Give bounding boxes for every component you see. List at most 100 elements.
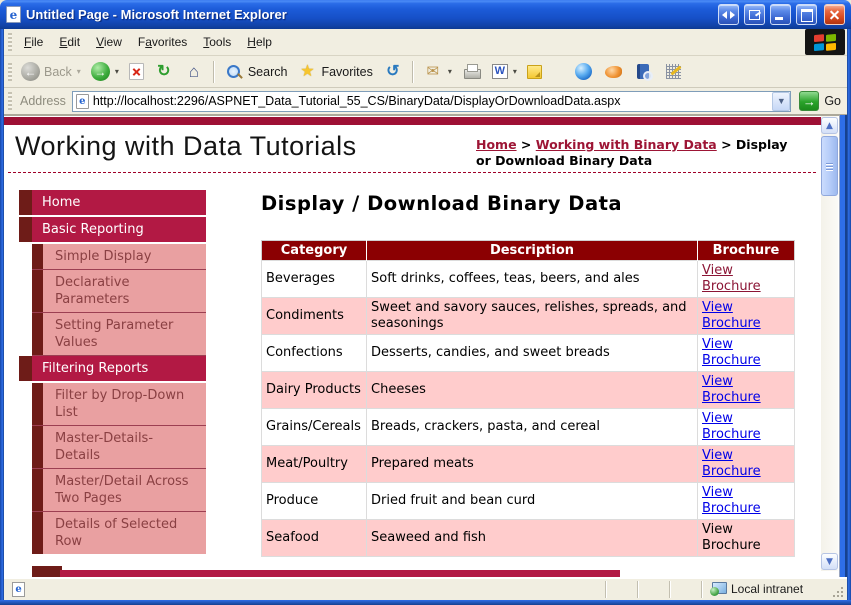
- resize-grip[interactable]: [831, 578, 847, 601]
- description-cell: Desserts, candies, and sweet breads: [366, 334, 698, 372]
- browser-window: Untitled Page - Microsoft Internet Explo…: [0, 0, 851, 605]
- menu-item-edit[interactable]: Edit: [51, 31, 88, 53]
- sidebar-item-master-details-details[interactable]: Master-Details-Details: [32, 426, 206, 469]
- site-title: Working with Data Tutorials: [15, 131, 357, 161]
- nav-arrows-button[interactable]: [718, 4, 739, 25]
- sidebar-item-label: Master/Detail Across Two Pages: [43, 469, 206, 511]
- messenger-button[interactable]: [569, 59, 599, 85]
- page-title: Display / Download Binary Data: [261, 192, 623, 215]
- go-label[interactable]: Go: [824, 94, 841, 108]
- sidebar-item-declarative-parameters[interactable]: Declarative Parameters: [32, 270, 206, 313]
- breadcrumb-link-home[interactable]: Home: [476, 137, 517, 152]
- address-input[interactable]: http://localhost:2296/ASPNET_Data_Tutori…: [71, 90, 792, 112]
- address-url[interactable]: http://localhost:2296/ASPNET_Data_Tutori…: [93, 94, 772, 108]
- scroll-down-button[interactable]: ▼: [821, 553, 838, 570]
- mail-icon: ✉: [426, 63, 440, 80]
- view-brochure-link[interactable]: View Brochure: [702, 448, 761, 479]
- toolbar-grip[interactable]: [8, 33, 12, 51]
- address-bar: Address http://localhost:2296/ASPNET_Dat…: [4, 88, 847, 115]
- sidebar-item-label: Setting Parameter Values: [43, 313, 206, 355]
- sidebar-item-label: Filtering Reports: [32, 356, 206, 381]
- menu-indent-decoration: [32, 313, 43, 355]
- sidebar-item-basic-reporting[interactable]: Basic Reporting: [19, 217, 206, 242]
- address-dropdown-button[interactable]: ▼: [772, 91, 791, 111]
- menu-indent-decoration: [32, 469, 43, 511]
- status-pane: [605, 580, 637, 598]
- quick-link-button[interactable]: [599, 59, 629, 85]
- menu-item-view[interactable]: View: [88, 31, 130, 53]
- menu-item-help[interactable]: Help: [239, 31, 280, 53]
- close-button[interactable]: [824, 4, 845, 25]
- vertical-scrollbar[interactable]: ▲ ▼: [821, 116, 838, 571]
- edit-with-word-button[interactable]: W ▾: [487, 61, 522, 82]
- mail-dropdown-icon[interactable]: ▾: [448, 67, 452, 76]
- forward-dropdown-icon[interactable]: ▾: [115, 67, 119, 76]
- refresh-icon: ↻: [157, 62, 171, 80]
- view-brochure-link[interactable]: View Brochure: [702, 300, 761, 331]
- toolbar-extension-button[interactable]: [659, 59, 689, 85]
- mail-button[interactable]: ✉ ▾: [418, 59, 457, 85]
- header-divider: [8, 172, 816, 173]
- menu-indent-decoration: [32, 270, 43, 312]
- sidebar-item-label: Filter by Drop-Down List: [43, 383, 206, 425]
- status-pane: [669, 580, 701, 598]
- description-cell: Sweet and savory sauces, relishes, sprea…: [366, 297, 698, 335]
- forward-button[interactable]: → ▾: [86, 59, 124, 84]
- address-label: Address: [20, 94, 66, 108]
- table-row-condiments: Condiments Sweet and savory sauces, relis…: [261, 297, 795, 335]
- maximize-button[interactable]: [796, 4, 817, 25]
- edit-with-word-dropdown-icon[interactable]: ▾: [513, 67, 517, 76]
- view-brochure-link[interactable]: View Brochure: [702, 374, 761, 405]
- scroll-up-button[interactable]: ▲: [821, 117, 838, 134]
- toolbar-separator: [212, 60, 215, 83]
- standard-toolbar: ← Back ▾ → ▾ ↻ ⌂ Search ★ Favorites ↺ ✉ ▾ W ▾: [4, 56, 847, 88]
- discuss-button[interactable]: [522, 62, 547, 82]
- category-cell: Produce: [261, 482, 367, 520]
- table-row-grains-cereals: Grains/Cereals Breads, crackers, pasta, a…: [261, 408, 795, 446]
- category-cell: Meat/Poultry: [261, 445, 367, 483]
- sidebar-item-details-of-selected-row[interactable]: Details of Selected Row: [32, 512, 206, 554]
- brochure-cell: View Brochure: [697, 297, 795, 335]
- toolbar-grip[interactable]: [8, 92, 12, 110]
- toolbar-grip[interactable]: [8, 62, 12, 81]
- sidebar-item-simple-display[interactable]: Simple Display: [32, 244, 206, 270]
- research-button[interactable]: [629, 59, 659, 85]
- menu-indent-decoration: [32, 512, 43, 554]
- sidebar-item-setting-parameter-values[interactable]: Setting Parameter Values: [32, 313, 206, 356]
- sidebar-item-master-detail-across-two-pages[interactable]: Master/Detail Across Two Pages: [32, 469, 206, 512]
- stop-button[interactable]: [124, 60, 149, 83]
- scrollbar-thumb[interactable]: [821, 136, 838, 196]
- column-header-category: Category: [261, 240, 367, 261]
- search-button[interactable]: Search: [219, 59, 293, 85]
- minimize-button[interactable]: [770, 4, 791, 25]
- view-brochure-link[interactable]: View Brochure: [702, 411, 761, 442]
- view-brochure-link[interactable]: View Brochure: [702, 263, 761, 294]
- sidebar-item-filter-by-drop-down-list[interactable]: Filter by Drop-Down List: [32, 383, 206, 426]
- menu-indent-decoration: [32, 244, 43, 269]
- back-dropdown-icon[interactable]: ▾: [77, 67, 81, 76]
- breadcrumb-separator: >: [516, 137, 536, 152]
- sidebar-item-filtering-reports[interactable]: Filtering Reports: [19, 356, 206, 381]
- toolbar-buttons: ← Back ▾ → ▾ ↻ ⌂ Search ★ Favorites ↺ ✉ ▾ W ▾: [16, 59, 689, 85]
- breadcrumb-link-working-with-binary-data[interactable]: Working with Binary Data: [536, 137, 717, 152]
- sidebar-item-label: Master-Details-Details: [43, 426, 206, 468]
- history-button[interactable]: ↺: [378, 59, 408, 85]
- back-label: Back: [44, 64, 72, 79]
- sidebar-item-home[interactable]: Home: [19, 190, 206, 215]
- favorites-button[interactable]: ★ Favorites: [292, 59, 377, 85]
- refresh-button[interactable]: ↻: [149, 59, 179, 85]
- print-button[interactable]: [457, 59, 487, 85]
- go-button[interactable]: →: [799, 91, 820, 111]
- menu-item-favorites[interactable]: Favorites: [130, 31, 195, 53]
- toolbar-separator: [411, 60, 414, 83]
- export-window-button[interactable]: [744, 4, 765, 25]
- back-button: ← Back ▾: [16, 59, 86, 84]
- view-brochure-link[interactable]: View Brochure: [702, 485, 761, 516]
- menu-item-tools[interactable]: Tools: [195, 31, 239, 53]
- home-button[interactable]: ⌂: [179, 59, 209, 85]
- security-zone: Local intranet: [701, 580, 831, 598]
- category-cell: Grains/Cereals: [261, 408, 367, 446]
- menu-item-file[interactable]: File: [16, 31, 51, 53]
- view-brochure-link[interactable]: View Brochure: [702, 337, 761, 368]
- view-brochure-text: View Brochure: [702, 522, 761, 553]
